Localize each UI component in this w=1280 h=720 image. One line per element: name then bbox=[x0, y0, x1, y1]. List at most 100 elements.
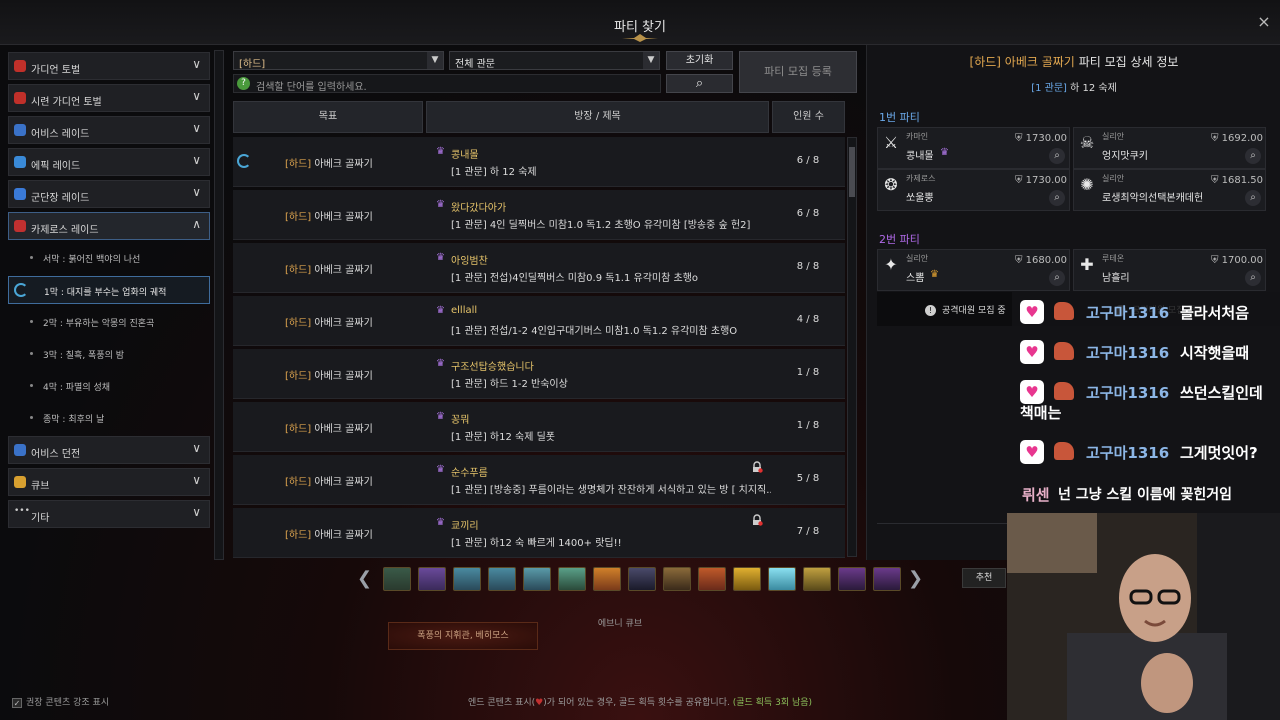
table-row[interactable]: [하드] 아베크 골짜기 ♛ 쿄끼리 [1 관문] 하12 숙 빠르게 1400… bbox=[233, 508, 845, 558]
party-list-scrollbar[interactable] bbox=[847, 137, 857, 557]
chevron-down-icon: ▼ bbox=[427, 52, 443, 69]
reward-item-icon[interactable] bbox=[383, 567, 411, 591]
sidebar-category-label: 큐브 bbox=[31, 481, 50, 492]
table-row[interactable]: [하드] 아베크 골짜기 ♛ 구조선탑승했습니다 [1 관문] 하드 1-2 반… bbox=[233, 349, 845, 399]
table-row[interactable]: [하드] 아베크 골짜기 ♛ elllall [1 관문] 전섭/1-2 4인입… bbox=[233, 296, 845, 346]
register-party-button[interactable]: 파티 모집 등록 bbox=[739, 51, 857, 93]
info-icon: ! bbox=[925, 305, 936, 316]
table-row[interactable]: [하드] 아베크 골짜기 ♛ 아잉범찬 [1 관문] 전섭)4인딜찍버스 미참0… bbox=[233, 243, 845, 293]
row-title: [1 관문] 하드 1-2 반숙이상 bbox=[451, 379, 568, 390]
reward-item-icon[interactable] bbox=[838, 567, 866, 591]
reward-item-icon[interactable] bbox=[733, 567, 761, 591]
sidebar-sub-item[interactable]: 2막 : 부유하는 악몽의 진혼곡 bbox=[8, 308, 210, 336]
sidebar-sub-label: 1막 : 대지를 부수는 업화의 궤적 bbox=[44, 288, 167, 298]
class-icon: ✺ bbox=[1080, 175, 1094, 194]
cube-button[interactable]: 에브니 큐브 bbox=[580, 616, 660, 634]
reset-button[interactable]: 초기화 bbox=[666, 51, 733, 70]
sidebar-category[interactable]: 군단장 레이드 ∨ bbox=[8, 180, 210, 208]
sidebar-scrollbar[interactable] bbox=[214, 50, 224, 560]
member-class: 실리안 bbox=[1102, 132, 1125, 141]
recruit-slot[interactable]: !공격대원 모집 중 bbox=[925, 303, 1006, 316]
level-select[interactable]: 전체 관문 ▼ bbox=[449, 51, 660, 70]
sidebar-sub-item[interactable]: 4막 : 파멸의 성채 bbox=[8, 372, 210, 400]
chat-user: 뤼센 bbox=[1022, 486, 1050, 504]
close-button[interactable]: × bbox=[1254, 12, 1274, 32]
reward-item-icon[interactable] bbox=[453, 567, 481, 591]
search-button[interactable]: ⌕ bbox=[666, 74, 733, 93]
inspect-icon[interactable]: ⌕ bbox=[1049, 190, 1065, 206]
sidebar-category[interactable]: 큐브 ∨ bbox=[8, 468, 210, 496]
chat-user: 고구마1316 bbox=[1086, 344, 1170, 362]
inspect-icon[interactable]: ⌕ bbox=[1245, 270, 1261, 286]
reward-item-icon[interactable] bbox=[558, 567, 586, 591]
chevron-left-icon[interactable]: ❮ bbox=[357, 568, 372, 589]
loading-icon bbox=[237, 154, 251, 168]
party-member[interactable]: ✚ 루테온 남흘리 ⛨ 1700.00 ⌕ bbox=[1073, 249, 1266, 291]
sidebar-category[interactable]: ••• 기타 ∨ bbox=[8, 500, 210, 528]
reward-item-icon[interactable] bbox=[873, 567, 901, 591]
crown-icon: ♛ bbox=[436, 358, 445, 369]
reward-item-icon[interactable] bbox=[698, 567, 726, 591]
row-title: [1 관문] 하 12 숙제 bbox=[451, 167, 537, 178]
sidebar-category-label: 군단장 레이드 bbox=[31, 193, 90, 204]
chevron-right-icon[interactable]: ❯ bbox=[908, 568, 923, 589]
kazeros-raid-icon bbox=[14, 220, 26, 232]
chevron-down-icon: ∨ bbox=[192, 441, 201, 455]
reward-item-icon[interactable] bbox=[593, 567, 621, 591]
inspect-icon[interactable]: ⌕ bbox=[1049, 270, 1065, 286]
row-leader: 구조선탑승했습니다 bbox=[451, 362, 534, 373]
party-member[interactable]: ☠ 실리안 엉지맛쿠키 ⛨ 1692.00 ⌕ bbox=[1073, 127, 1266, 169]
sidebar-sub-item[interactable]: 서막 : 붉어진 백야의 나선 bbox=[8, 244, 210, 272]
column-header-goal[interactable]: 목표 bbox=[233, 101, 423, 133]
sidebar-category-label: 어비스 던전 bbox=[31, 449, 81, 460]
party-member[interactable]: ❂ 카제로스 쏘울뿡 ⛨ 1730.00 ⌕ bbox=[877, 169, 1070, 211]
difficulty-select[interactable]: [하드] ▼ bbox=[233, 51, 444, 70]
inspect-icon[interactable]: ⌕ bbox=[1245, 148, 1261, 164]
sidebar-category[interactable]: 에픽 레이드 ∨ bbox=[8, 148, 210, 176]
webcam-feed bbox=[1007, 513, 1280, 720]
scroll-thumb[interactable] bbox=[849, 147, 855, 197]
search-input[interactable]: ? 검색할 단어를 입력하세요. bbox=[233, 74, 661, 93]
chat-message: 뤼센 넌 그냥 스킬 이름에 꽂힌거임 bbox=[1012, 474, 1280, 510]
sidebar-sub-item-active[interactable]: 1막 : 대지를 부수는 업화의 궤적 bbox=[8, 276, 210, 304]
sidebar-category[interactable]: 어비스 레이드 ∨ bbox=[8, 116, 210, 144]
inspect-icon[interactable]: ⌕ bbox=[1049, 148, 1065, 164]
table-row[interactable]: [하드] 아베크 골짜기 ♛ 순수푸름 [1 관문] [방송중] 푸름이라는 생… bbox=[233, 455, 845, 505]
game-screen: { "window": { "title": "파티 찾기", "close_g… bbox=[0, 0, 1280, 720]
sidebar-category-kazeros[interactable]: 카제로스 레이드 ∧ bbox=[8, 212, 210, 240]
reward-item-icon[interactable] bbox=[418, 567, 446, 591]
sidebar-sub-item[interactable]: 3막 : 칠흑, 폭풍의 밤 bbox=[8, 340, 210, 368]
reward-item-icon[interactable] bbox=[488, 567, 516, 591]
reward-item-icon[interactable] bbox=[523, 567, 551, 591]
table-row[interactable]: [하드] 아베크 골짜기 ♛ 콩내몰 [1 관문] 하 12 숙제 6 / 8 bbox=[233, 137, 845, 187]
help-icon[interactable]: ? bbox=[237, 77, 250, 90]
member-name: 로생최악의선택본캐데헌 bbox=[1102, 193, 1204, 204]
sidebar-category[interactable]: 어비스 던전 ∨ bbox=[8, 436, 210, 464]
badge-icon bbox=[1054, 382, 1074, 400]
recommend-button[interactable]: 추천 bbox=[962, 568, 1006, 588]
reward-item-icon[interactable] bbox=[803, 567, 831, 591]
column-header-leader-title[interactable]: 방장 / 제목 bbox=[426, 101, 769, 133]
heart-icon: ♥ bbox=[1020, 300, 1044, 324]
crown-icon: ♛ bbox=[436, 252, 445, 263]
sidebar-sub-item[interactable]: 종막 : 최후의 날 bbox=[8, 404, 210, 432]
boss-button[interactable]: 폭풍의 지휘관, 베히모스 bbox=[388, 622, 538, 650]
party-member[interactable]: ✦ 실리안 스뽐 ♛ ⛨ 1680.00 ⌕ bbox=[877, 249, 1070, 291]
inspect-icon[interactable]: ⌕ bbox=[1245, 190, 1261, 206]
chat-text: 시작햇을때 bbox=[1180, 344, 1250, 362]
reward-item-icon[interactable] bbox=[628, 567, 656, 591]
sidebar-category[interactable]: 가디언 토벌 ∨ bbox=[8, 52, 210, 80]
party-member[interactable]: ✺ 실리안 로생최악의선택본캐데헌 ⛨ 1681.50 ⌕ bbox=[1073, 169, 1266, 211]
reward-item-icon[interactable] bbox=[663, 567, 691, 591]
reward-item-icon[interactable] bbox=[768, 567, 796, 591]
heart-icon: ♥ bbox=[1020, 340, 1044, 364]
table-row[interactable]: [하드] 아베크 골짜기 ♛ 왔다갔다아가 [1 관문] 4인 딜찍버스 미참1… bbox=[233, 190, 845, 240]
table-row[interactable]: [하드] 아베크 골짜기 ♛ 꽁뭐 [1 관문] 하12 숙제 딜폿 1 / 8 bbox=[233, 402, 845, 452]
column-header-members[interactable]: 인원 수 bbox=[772, 101, 845, 133]
row-title: [1 관문] 전섭)4인딜찍버스 미참0.9 독1.1 유각미참 초행o bbox=[451, 273, 699, 284]
party-member[interactable]: ⚔ 카마인 콩내몰 ♛ ⛨ 1730.00 ⌕ bbox=[877, 127, 1070, 169]
sidebar-category[interactable]: 시련 가디언 토벌 ∨ bbox=[8, 84, 210, 112]
member-item-level: ⛨ 1680.00 bbox=[1014, 255, 1067, 266]
member-name: 스뽐 bbox=[906, 273, 925, 284]
epic-raid-icon bbox=[14, 156, 26, 168]
